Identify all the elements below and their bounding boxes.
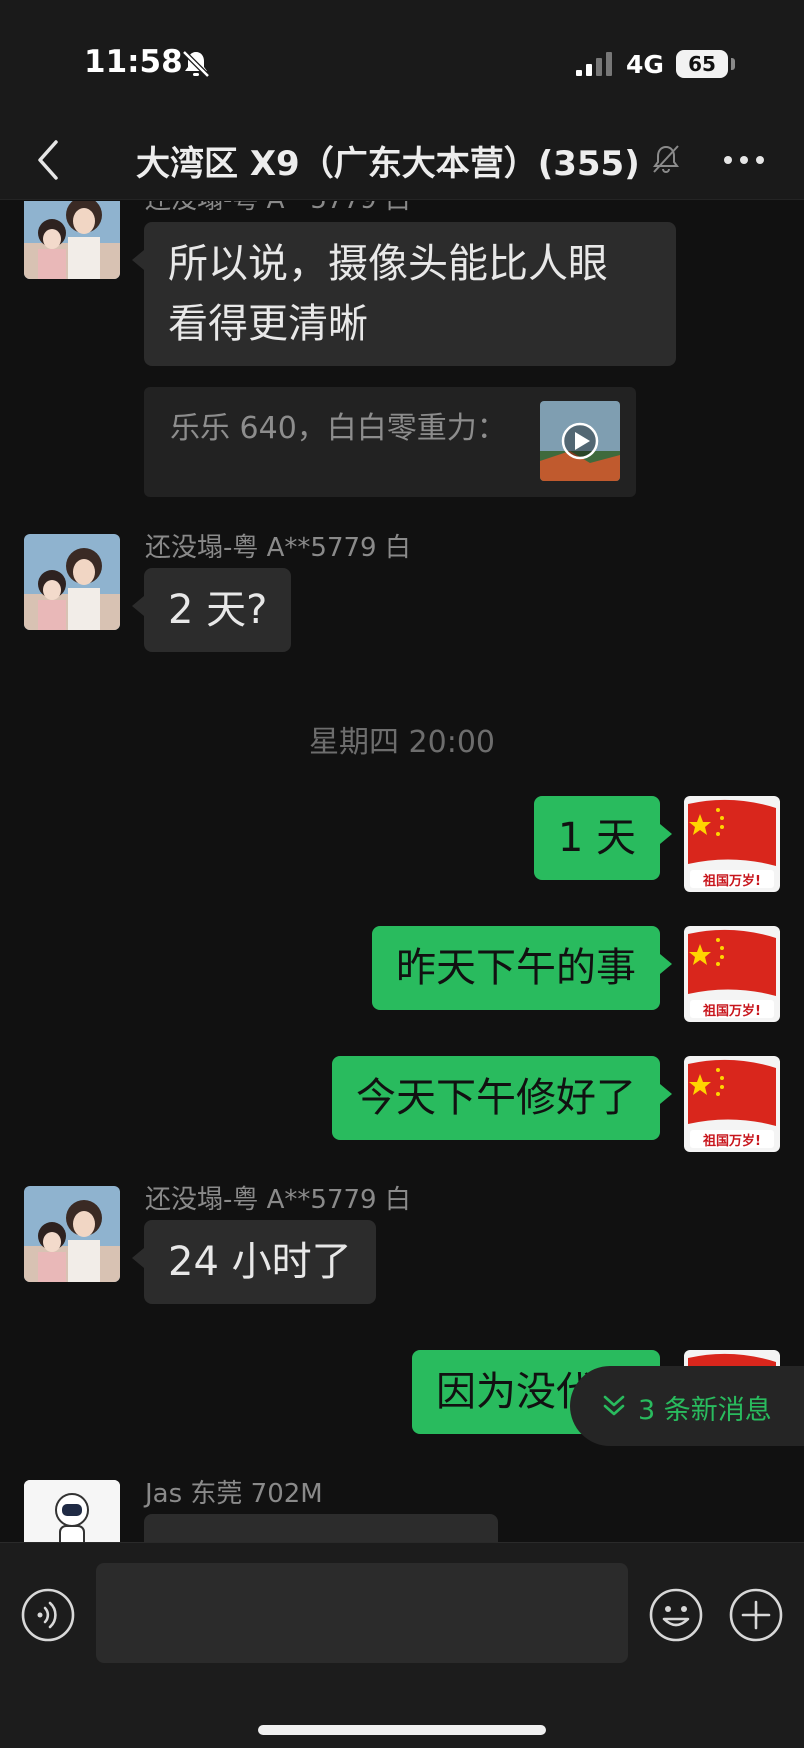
chat-area[interactable]: 还没塌-粤 A**5779 白 所以说，摄像头能比人眼 看得更清晰 乐乐 640… (0, 201, 804, 1542)
message-text-line: 看得更清晰 (168, 301, 368, 347)
message-bubble[interactable]: 24 小时了 (132, 1220, 376, 1304)
astronaut-avatar (24, 1480, 120, 1542)
voice-icon[interactable] (20, 1587, 76, 1643)
message-bubble-outgoing[interactable]: 1 天 (533, 796, 673, 880)
message-text: 2 天? (168, 587, 268, 633)
message-input[interactable] (96, 1563, 628, 1663)
message-bubble[interactable] (144, 1514, 498, 1542)
more-icon[interactable] (720, 144, 768, 176)
silent-bell-icon (182, 50, 210, 78)
battery-tip (731, 58, 735, 70)
sender-name: 还没塌-粤 A**5779 白 (145, 201, 411, 216)
new-messages-label: 3 条新消息 (638, 1395, 772, 1426)
video-thumbnail-image (540, 401, 620, 481)
avatar-self[interactable]: 祖国万岁! (684, 1056, 780, 1152)
sender-name: 还没塌-粤 A**5779 白 (145, 533, 411, 563)
chat-header: 大湾区 X9（广东大本营）(355) (0, 120, 804, 200)
message-bubble-outgoing[interactable]: 昨天下午的事 (372, 926, 672, 1010)
back-arrow-icon[interactable] (26, 132, 74, 188)
battery-indicator: 65 (676, 50, 728, 78)
status-bar: 11:58 4G 65 (0, 0, 804, 120)
timestamp: 星期四 20:00 (309, 725, 495, 760)
network-type: 4G (626, 50, 664, 79)
message-text: 1 天 (557, 815, 636, 861)
avatar-huanmeita[interactable] (24, 534, 120, 630)
avatar-caption: 祖国万岁! (703, 874, 761, 889)
message-bubble[interactable]: 2 天? (131, 568, 292, 652)
input-bar (0, 1542, 804, 1748)
avatar-jas[interactable] (24, 1480, 120, 1542)
avatar-huanmeita[interactable] (24, 1186, 120, 1282)
double-chevron-down-icon (603, 1395, 625, 1416)
sender-name: 还没塌-粤 A**5779 白 (145, 1185, 411, 1215)
message-text: 昨天下午的事 (396, 945, 636, 991)
message-bubble-outgoing[interactable]: 今天下午修好了 (332, 1056, 672, 1140)
avatar-photo (24, 534, 120, 630)
message-bubble[interactable]: 所以说，摄像头能比人眼 看得更清晰 (132, 222, 676, 366)
avatar-caption: 祖国万岁! (703, 1004, 761, 1019)
video-thumbnail[interactable] (540, 401, 620, 481)
emoji-icon[interactable] (648, 1587, 704, 1643)
avatar-self[interactable]: 祖国万岁! (684, 926, 780, 1022)
message-text: 24 小时了 (168, 1239, 352, 1285)
status-time: 11:58 (84, 44, 183, 80)
mute-bell-icon (653, 145, 679, 173)
plus-icon[interactable] (728, 1587, 784, 1643)
sender-name: Jas 东莞 702M (145, 1479, 323, 1509)
chat-title[interactable]: 大湾区 X9（广东大本营）(355) (136, 136, 640, 185)
message-text-line: 所以说，摄像头能比人眼 (168, 241, 608, 287)
avatar-huanmeita[interactable] (24, 201, 120, 279)
signal-icon (576, 52, 612, 76)
quoted-text: 乐乐 640，白白零重力： (170, 411, 507, 446)
avatar-photo (24, 1186, 120, 1282)
quoted-message[interactable]: 乐乐 640，白白零重力： (144, 387, 636, 497)
message-text: 今天下午修好了 (356, 1075, 636, 1121)
avatar-caption: 祖国万岁! (703, 1134, 761, 1149)
new-messages-button[interactable]: 3 条新消息 (570, 1366, 804, 1446)
avatar-photo (24, 201, 120, 279)
avatar-self[interactable]: 祖国万岁! (684, 796, 780, 892)
home-indicator[interactable] (258, 1725, 546, 1735)
